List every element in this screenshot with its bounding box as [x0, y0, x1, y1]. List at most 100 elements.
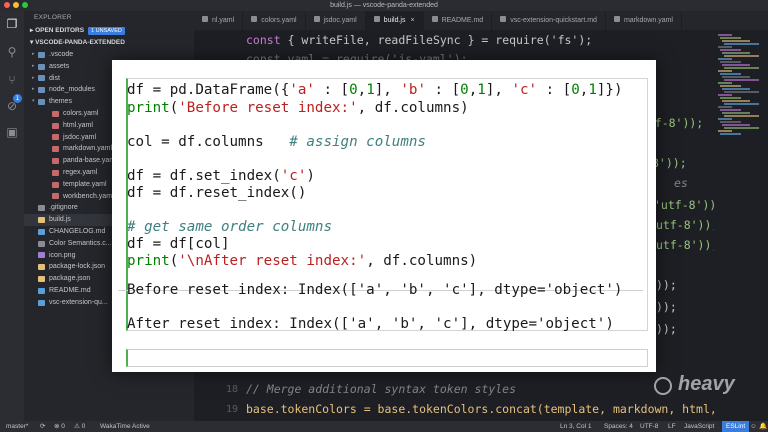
minimap-line [720, 49, 741, 51]
tree-item-label: colors.yaml [63, 109, 99, 117]
minimap[interactable] [714, 30, 768, 421]
file-icon [38, 228, 45, 235]
minimap-line [720, 61, 741, 63]
minimap-line [718, 58, 732, 60]
watermark: heavy [678, 373, 735, 395]
tree-item-label: themes [49, 98, 72, 106]
tree-item-label: assets [49, 62, 70, 70]
tree-item-label: html.yaml [63, 121, 93, 129]
explorer-header: EXPLORER [34, 14, 72, 21]
file-icon [52, 122, 59, 129]
tree-item-label: Color Semantics.c... [49, 239, 112, 247]
file-icon [52, 110, 59, 117]
close-window-button[interactable] [4, 2, 10, 8]
editor-tab[interactable]: vsc-extension-quickstart.md [492, 11, 606, 30]
file-type-icon [202, 16, 208, 22]
code-fragment: )); [656, 322, 677, 336]
minimap-line [720, 73, 741, 75]
project-section[interactable]: ▾ VSCODE-PANDA-EXTENDED [24, 37, 194, 49]
tree-item-label: vsc-extension-qu... [49, 298, 108, 306]
errors-count[interactable]: ⊗ 0 [54, 421, 65, 432]
debug-icon[interactable]: ⊘ [5, 99, 19, 113]
eslint-status[interactable]: ESLint [722, 421, 750, 432]
nb-line: print('Before reset index:', df.columns) [127, 100, 469, 116]
minimap-line [718, 94, 732, 96]
feedback-smiley-icon[interactable]: ☺ [750, 421, 757, 432]
git-branch[interactable]: master* [6, 421, 28, 432]
tree-item-label: build.js [49, 216, 71, 224]
tree-item-label: .gitignore [49, 204, 78, 212]
code-fragment: utf-8')); [656, 218, 719, 232]
folder-icon [38, 99, 45, 106]
editor-tab-bar: nl.yaml colors.yaml jsdoc.yaml build.js × REA… [194, 11, 768, 30]
nb-line: col = df.columns # assign columns [127, 134, 426, 150]
nb-line: print('\nAfter reset index:', df.columns… [127, 253, 478, 269]
code-fragment: utf-8')); [656, 238, 719, 252]
unsaved-badge: 1 UNSAVED [88, 27, 125, 35]
source-control-icon[interactable]: ⑂ [5, 73, 19, 87]
minimap-line [722, 52, 750, 54]
nb-line: df = df.set_index('c') [127, 168, 315, 184]
search-icon[interactable]: ⚲ [5, 45, 19, 59]
editor-tab[interactable]: jsdoc.yaml [306, 11, 366, 30]
warnings-count[interactable]: ⚠ 0 [74, 421, 85, 432]
tab-label: markdown.yaml [623, 17, 673, 24]
editor-tab[interactable]: nl.yaml [194, 11, 244, 30]
minimap-line [718, 130, 732, 132]
code-line-1: const { writeFile, readFileSync } = requ… [246, 33, 593, 47]
minimap-line [718, 118, 732, 120]
editor-tab[interactable]: README.md [424, 11, 493, 30]
tree-item-label: markdown.yaml [63, 145, 113, 153]
files-icon[interactable]: ❐ [5, 17, 19, 31]
file-type-icon [373, 16, 380, 22]
close-tab-icon[interactable]: × [410, 17, 414, 24]
language-mode[interactable]: JavaScript [684, 421, 714, 432]
file-icon [38, 287, 45, 294]
editor-tab[interactable]: build.js × [365, 11, 424, 30]
code-fragment: 8')); [652, 156, 687, 170]
encoding[interactable]: UTF-8 [640, 421, 658, 432]
file-icon [52, 193, 59, 200]
tree-item-label: node_modules [49, 86, 95, 94]
extensions-icon[interactable]: ▣ [5, 125, 19, 139]
wakatime-status[interactable]: WakaTime Active [100, 421, 150, 432]
minimap-line [722, 88, 750, 90]
file-type-icon [613, 16, 620, 22]
minimap-line [720, 121, 741, 123]
minimap-line [720, 109, 741, 111]
editor-tab[interactable]: colors.yaml [243, 11, 306, 30]
heavy-logo-icon [654, 377, 672, 395]
window-controls[interactable] [4, 2, 28, 8]
status-bar: master* ⟳ ⊗ 0 ⚠ 0 WakaTime Active Ln 3, … [0, 421, 768, 432]
code-fragment: es [674, 176, 688, 190]
tree-item-label: package.json [49, 275, 91, 283]
editor-tab[interactable]: markdown.yaml [606, 11, 682, 30]
file-icon [52, 134, 59, 141]
open-editors-section[interactable]: ▸ OPEN EDITORS 1 UNSAVED [24, 25, 194, 37]
tree-item-label: dist [49, 74, 60, 82]
minimap-line [718, 82, 732, 84]
tab-label: nl.yaml [212, 17, 235, 24]
cursor-position[interactable]: Ln 3, Col 1 [560, 421, 591, 432]
tree-item-label: README.md [49, 286, 91, 294]
minimap-line [722, 76, 750, 78]
tree-item-label: template.yaml [63, 180, 107, 188]
notebook-empty-cell[interactable] [126, 349, 648, 367]
nb-line: # get same order columns [127, 219, 332, 235]
minimap-line [722, 124, 750, 126]
minimize-window-button[interactable] [13, 2, 19, 8]
indentation[interactable]: Spaces: 4 [604, 421, 633, 432]
minimap-line [724, 43, 759, 45]
minimap-line [722, 64, 750, 66]
tab-label: README.md [441, 17, 484, 24]
notifications-bell-icon[interactable]: 🔔 [759, 421, 767, 432]
notebook-overlay: df = pd.DataFrame({'a' : [0,1], 'b' : [0… [112, 60, 656, 372]
zoom-window-button[interactable] [22, 2, 28, 8]
code-fragment: 'utf-8')); [654, 198, 724, 212]
nb-output-2: After reset index: Index(['a', 'b', 'c']… [127, 316, 614, 332]
minimap-line [722, 100, 750, 102]
eol[interactable]: LF [668, 421, 676, 432]
minimap-line [720, 97, 741, 99]
sync-icon[interactable]: ⟳ [40, 421, 45, 432]
minimap-line [724, 67, 759, 69]
